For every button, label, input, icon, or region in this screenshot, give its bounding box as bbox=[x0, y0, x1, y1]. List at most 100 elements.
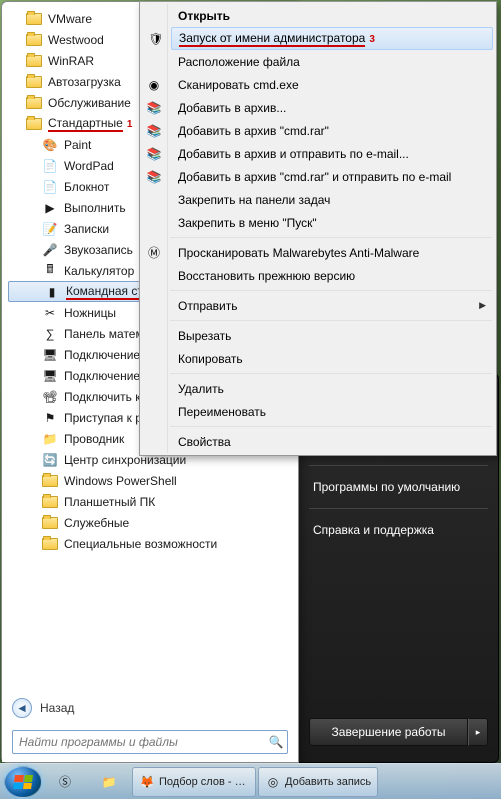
context-menu-item[interactable]: Расположение файла bbox=[170, 50, 494, 73]
explorer-icon: 📁 bbox=[42, 431, 58, 447]
winrar-icon: 📚 bbox=[146, 100, 162, 116]
paint-icon: 🎨 bbox=[42, 137, 58, 153]
run-icon: ▶ bbox=[42, 200, 58, 216]
context-menu-item-label: Свойства bbox=[178, 435, 231, 449]
context-menu-item[interactable]: Закрепить на панели задач bbox=[170, 188, 494, 211]
folder-icon bbox=[26, 34, 42, 46]
context-menu-item-label: Просканировать Malwarebytes Anti-Malware bbox=[178, 246, 419, 260]
folder-icon bbox=[42, 517, 58, 529]
folder-icon bbox=[26, 97, 42, 109]
cmd-icon: ▮ bbox=[44, 284, 60, 300]
context-menu-separator bbox=[170, 373, 492, 374]
projector-icon: 📽 bbox=[42, 389, 58, 405]
taskbar-app-icon: ◎ bbox=[265, 774, 281, 790]
back-button[interactable]: ◄ Назад bbox=[6, 690, 294, 726]
folder-icon bbox=[42, 496, 58, 508]
start-item-folder-icon[interactable]: Windows PowerShell bbox=[6, 470, 294, 491]
folder-icon bbox=[26, 55, 42, 67]
getting-started-icon: ⚑ bbox=[42, 410, 58, 426]
firefox-taskbar-icon[interactable]: 🦊 Подбор слов - М... bbox=[132, 767, 256, 797]
context-menu-item-label: Запуск от имени администратора3 bbox=[179, 31, 375, 47]
taskbar: Ⓢ 📁 🦊 Подбор слов - М... ◎ Добавить запись bbox=[0, 763, 501, 799]
context-menu-item-label: Отправить bbox=[178, 299, 238, 313]
network-projector-icon: 🖥 bbox=[42, 347, 58, 363]
start-button[interactable] bbox=[4, 766, 42, 798]
skype-taskbar-icon[interactable]: Ⓢ bbox=[44, 767, 86, 797]
context-menu-item[interactable]: ⓂПросканировать Malwarebytes Anti-Malwar… bbox=[170, 241, 494, 264]
context-menu-item[interactable]: 📚Добавить в архив... bbox=[170, 96, 494, 119]
taskbar-app-icon: Ⓢ bbox=[57, 774, 73, 790]
context-menu-item-label: Закрепить в меню "Пуск" bbox=[178, 216, 317, 230]
context-menu-item-label: Восстановить прежнюю версию bbox=[178, 269, 355, 283]
taskbar-app-icon: 🦊 bbox=[139, 774, 155, 790]
context-menu-item-label: Вырезать bbox=[178, 329, 231, 343]
context-menu-gutter bbox=[142, 4, 168, 453]
shutdown-options-button[interactable]: ▸ bbox=[468, 718, 488, 746]
back-arrow-icon: ◄ bbox=[12, 698, 32, 718]
winrar-icon: 📚 bbox=[146, 146, 162, 162]
context-menu-item[interactable]: 📚Добавить в архив "cmd.rar" bbox=[170, 119, 494, 142]
context-menu-item[interactable]: Удалить bbox=[170, 377, 494, 400]
start-item-folder-icon[interactable]: Планшетный ПК bbox=[6, 491, 294, 512]
folder-icon bbox=[26, 13, 42, 25]
winrar-icon: 📚 bbox=[146, 123, 162, 139]
eset-icon: ◉ bbox=[146, 77, 162, 93]
context-menu-item-label: Переименовать bbox=[178, 405, 266, 419]
context-menu-item-label: Копировать bbox=[178, 352, 243, 366]
malwarebytes-icon: Ⓜ bbox=[146, 245, 162, 261]
wordpad-icon: 📄 bbox=[42, 158, 58, 174]
sync-center-icon: 🔄 bbox=[42, 452, 58, 468]
taskbar-button-label: Добавить запись bbox=[285, 776, 371, 788]
context-menu-item[interactable]: Отправить ▶ bbox=[170, 294, 494, 317]
separator bbox=[309, 465, 488, 466]
context-menu-item[interactable]: 📚Добавить в архив и отправить по e-mail.… bbox=[170, 142, 494, 165]
sticky-notes-icon: 📝 bbox=[42, 221, 58, 237]
sound-recorder-icon: 🎤 bbox=[42, 242, 58, 258]
winrar-icon: 📚 bbox=[146, 169, 162, 185]
context-menu-item-label: Закрепить на панели задач bbox=[178, 193, 330, 207]
context-menu-item-label: Удалить bbox=[178, 382, 224, 396]
context-menu-item[interactable]: Открыть bbox=[170, 4, 494, 27]
search-icon: 🔍 bbox=[268, 734, 284, 750]
explorer-taskbar-icon[interactable]: 📁 bbox=[88, 767, 130, 797]
context-menu-item[interactable]: Переименовать bbox=[170, 400, 494, 423]
context-menu-item[interactable]: ◉Сканировать cmd.exe bbox=[170, 73, 494, 96]
context-menu-item-label: Добавить в архив "cmd.rar" bbox=[178, 124, 329, 138]
context-menu-item-label: Добавить в архив... bbox=[178, 101, 286, 115]
context-menu-separator bbox=[170, 237, 492, 238]
chrome-taskbar-icon[interactable]: ◎ Добавить запись bbox=[258, 767, 378, 797]
search-box-container: 🔍 bbox=[12, 730, 288, 754]
context-menu-item[interactable]: Свойства bbox=[170, 430, 494, 453]
context-menu-item[interactable]: Копировать bbox=[170, 347, 494, 370]
windows-logo-icon bbox=[13, 775, 33, 789]
calculator-icon: 🖩 bbox=[42, 263, 58, 279]
math-input-icon: ∑ bbox=[42, 326, 58, 342]
taskbar-button-label: Подбор слов - М... bbox=[159, 776, 249, 788]
context-menu-item-label: Добавить в архив "cmd.rar" и отправить п… bbox=[178, 170, 451, 184]
context-menu: Открыть🛡Запуск от имени администратора3Р… bbox=[139, 1, 497, 456]
help-support-link[interactable]: Справка и поддержка bbox=[299, 515, 498, 545]
shutdown-button[interactable]: Завершение работы bbox=[309, 718, 468, 746]
folder-icon bbox=[26, 76, 42, 88]
context-menu-item[interactable]: Закрепить в меню "Пуск" bbox=[170, 211, 494, 234]
item-label: Служебные bbox=[64, 516, 290, 530]
item-label: Специальные возможности bbox=[64, 537, 290, 551]
folder-icon bbox=[42, 475, 58, 487]
default-programs-link[interactable]: Программы по умолчанию bbox=[299, 472, 498, 502]
folder-icon bbox=[42, 538, 58, 550]
item-label: Windows PowerShell bbox=[64, 474, 290, 488]
context-menu-item[interactable]: 🛡Запуск от имени администратора3 bbox=[171, 27, 493, 50]
start-item-folder-icon[interactable]: Специальные возможности bbox=[6, 533, 294, 554]
taskbar-app-icon: 📁 bbox=[101, 774, 117, 790]
back-label: Назад bbox=[40, 701, 74, 715]
separator bbox=[309, 508, 488, 509]
search-input[interactable] bbox=[12, 730, 288, 754]
start-item-folder-icon[interactable]: Служебные bbox=[6, 512, 294, 533]
context-menu-item-label: Добавить в архив и отправить по e-mail..… bbox=[178, 147, 409, 161]
context-menu-item[interactable]: 📚Добавить в архив "cmd.rar" и отправить … bbox=[170, 165, 494, 188]
context-menu-item[interactable]: Вырезать bbox=[170, 324, 494, 347]
folder-icon bbox=[26, 118, 42, 130]
submenu-arrow-icon: ▶ bbox=[479, 300, 486, 311]
context-menu-item[interactable]: Восстановить прежнюю версию bbox=[170, 264, 494, 287]
context-menu-item-label: Сканировать cmd.exe bbox=[178, 78, 299, 92]
